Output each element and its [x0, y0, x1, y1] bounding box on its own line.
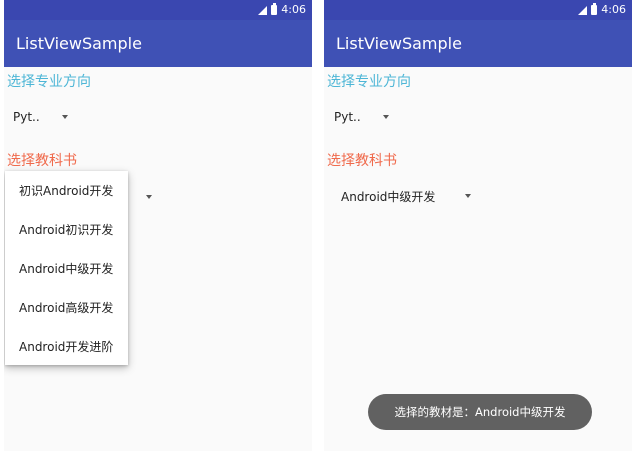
dropdown-item[interactable]: Android开发进阶: [5, 327, 128, 366]
dropdown-item[interactable]: Android高级开发: [5, 288, 128, 327]
phone-screen-right: 4:06 ListViewSample 选择专业方向 Pyt.. 选择教科书 A…: [324, 0, 632, 451]
signal-icon: [258, 5, 268, 15]
book-dropdown-list: 初识Android开发 Android初识开发 Android中级开发 Andr…: [5, 171, 128, 365]
dropdown-arrow-icon[interactable]: [146, 195, 152, 199]
major-spinner[interactable]: Pyt..: [13, 104, 68, 130]
book-spinner-value: Android中级开发: [341, 189, 436, 204]
dropdown-item[interactable]: Android中级开发: [5, 249, 128, 288]
book-label: 选择教科书: [7, 153, 77, 169]
status-bar: 4:06: [4, 0, 312, 20]
status-time: 4:06: [281, 3, 306, 16]
status-icons: 4:06: [258, 3, 306, 17]
status-time: 4:06: [601, 3, 626, 16]
major-spinner-value: Pyt..: [13, 110, 40, 124]
battery-icon: [591, 3, 598, 15]
book-spinner[interactable]: Android中级开发: [341, 183, 472, 209]
major-label: 选择专业方向: [327, 74, 411, 90]
dropdown-arrow-icon: [61, 115, 68, 119]
status-bar: 4:06: [324, 0, 632, 20]
dropdown-item[interactable]: Android初识开发: [5, 210, 128, 249]
app-bar: ListViewSample: [324, 20, 632, 67]
dropdown-arrow-icon: [382, 115, 389, 119]
major-label: 选择专业方向: [7, 74, 91, 90]
signal-icon: [578, 5, 588, 15]
book-label: 选择教科书: [327, 153, 397, 169]
dropdown-arrow-icon: [465, 194, 472, 198]
major-spinner-value: Pyt..: [334, 110, 361, 124]
status-icons: 4:06: [578, 3, 626, 17]
app-title: ListViewSample: [336, 34, 462, 53]
battery-icon: [271, 3, 278, 15]
dropdown-item[interactable]: 初识Android开发: [5, 171, 128, 210]
app-title: ListViewSample: [16, 34, 142, 53]
app-bar: ListViewSample: [4, 20, 312, 67]
phone-screen-left: 4:06 ListViewSample 选择专业方向 Pyt.. 选择教科书 初…: [4, 0, 312, 451]
major-spinner[interactable]: Pyt..: [334, 104, 389, 130]
toast-message: 选择的教材是：Android中级开发: [368, 394, 592, 430]
